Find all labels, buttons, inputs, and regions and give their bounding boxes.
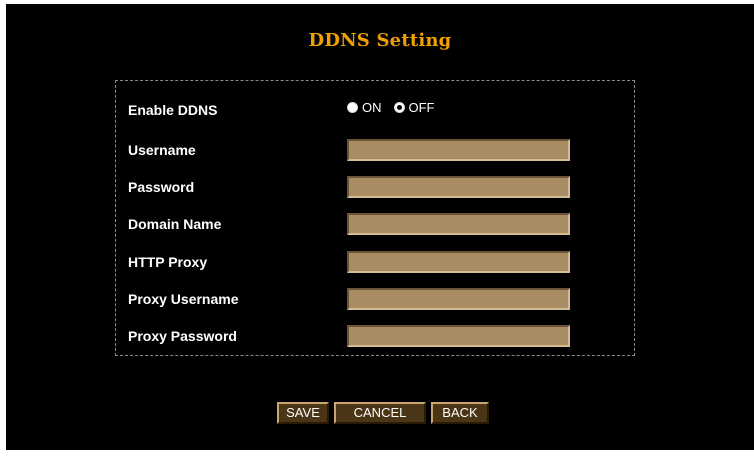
password-row: Password bbox=[116, 175, 634, 199]
ddns-setting-panel: DDNS Setting Enable DDNS ON OFF Username… bbox=[6, 4, 754, 450]
proxy-username-label: Proxy Username bbox=[128, 291, 239, 307]
username-label: Username bbox=[128, 142, 196, 158]
radio-off[interactable] bbox=[393, 102, 405, 113]
username-row: Username bbox=[116, 138, 634, 162]
domain-name-row: Domain Name bbox=[116, 212, 634, 236]
domain-name-label: Domain Name bbox=[128, 216, 222, 232]
http-proxy-row: HTTP Proxy bbox=[116, 250, 634, 274]
http-proxy-field[interactable] bbox=[347, 251, 570, 273]
http-proxy-label: HTTP Proxy bbox=[128, 254, 208, 270]
back-button[interactable]: BACK bbox=[431, 402, 489, 424]
proxy-username-field[interactable] bbox=[347, 288, 570, 310]
enable-ddns-label: Enable DDNS bbox=[128, 102, 218, 118]
radio-off-label[interactable]: OFF bbox=[409, 100, 435, 115]
password-label: Password bbox=[128, 179, 195, 195]
proxy-password-row: Proxy Password bbox=[116, 324, 634, 348]
domain-name-field[interactable] bbox=[347, 213, 570, 235]
radio-on[interactable] bbox=[347, 102, 358, 113]
enable-ddns-radio-group: ON OFF bbox=[347, 100, 447, 115]
proxy-username-row: Proxy Username bbox=[116, 287, 634, 311]
proxy-password-label: Proxy Password bbox=[128, 328, 237, 344]
save-button[interactable]: SAVE bbox=[277, 402, 329, 424]
enable-ddns-row: Enable DDNS ON OFF bbox=[116, 98, 634, 122]
username-field[interactable] bbox=[347, 139, 570, 161]
radio-on-label[interactable]: ON bbox=[362, 100, 382, 115]
cancel-button[interactable]: CANCEL bbox=[334, 402, 426, 424]
proxy-password-field[interactable] bbox=[347, 325, 570, 347]
password-field[interactable] bbox=[347, 176, 570, 198]
ddns-form: Enable DDNS ON OFF Username Password Dom… bbox=[115, 80, 635, 356]
action-buttons: SAVE CANCEL BACK bbox=[6, 402, 754, 424]
page-title: DDNS Setting bbox=[308, 30, 452, 51]
